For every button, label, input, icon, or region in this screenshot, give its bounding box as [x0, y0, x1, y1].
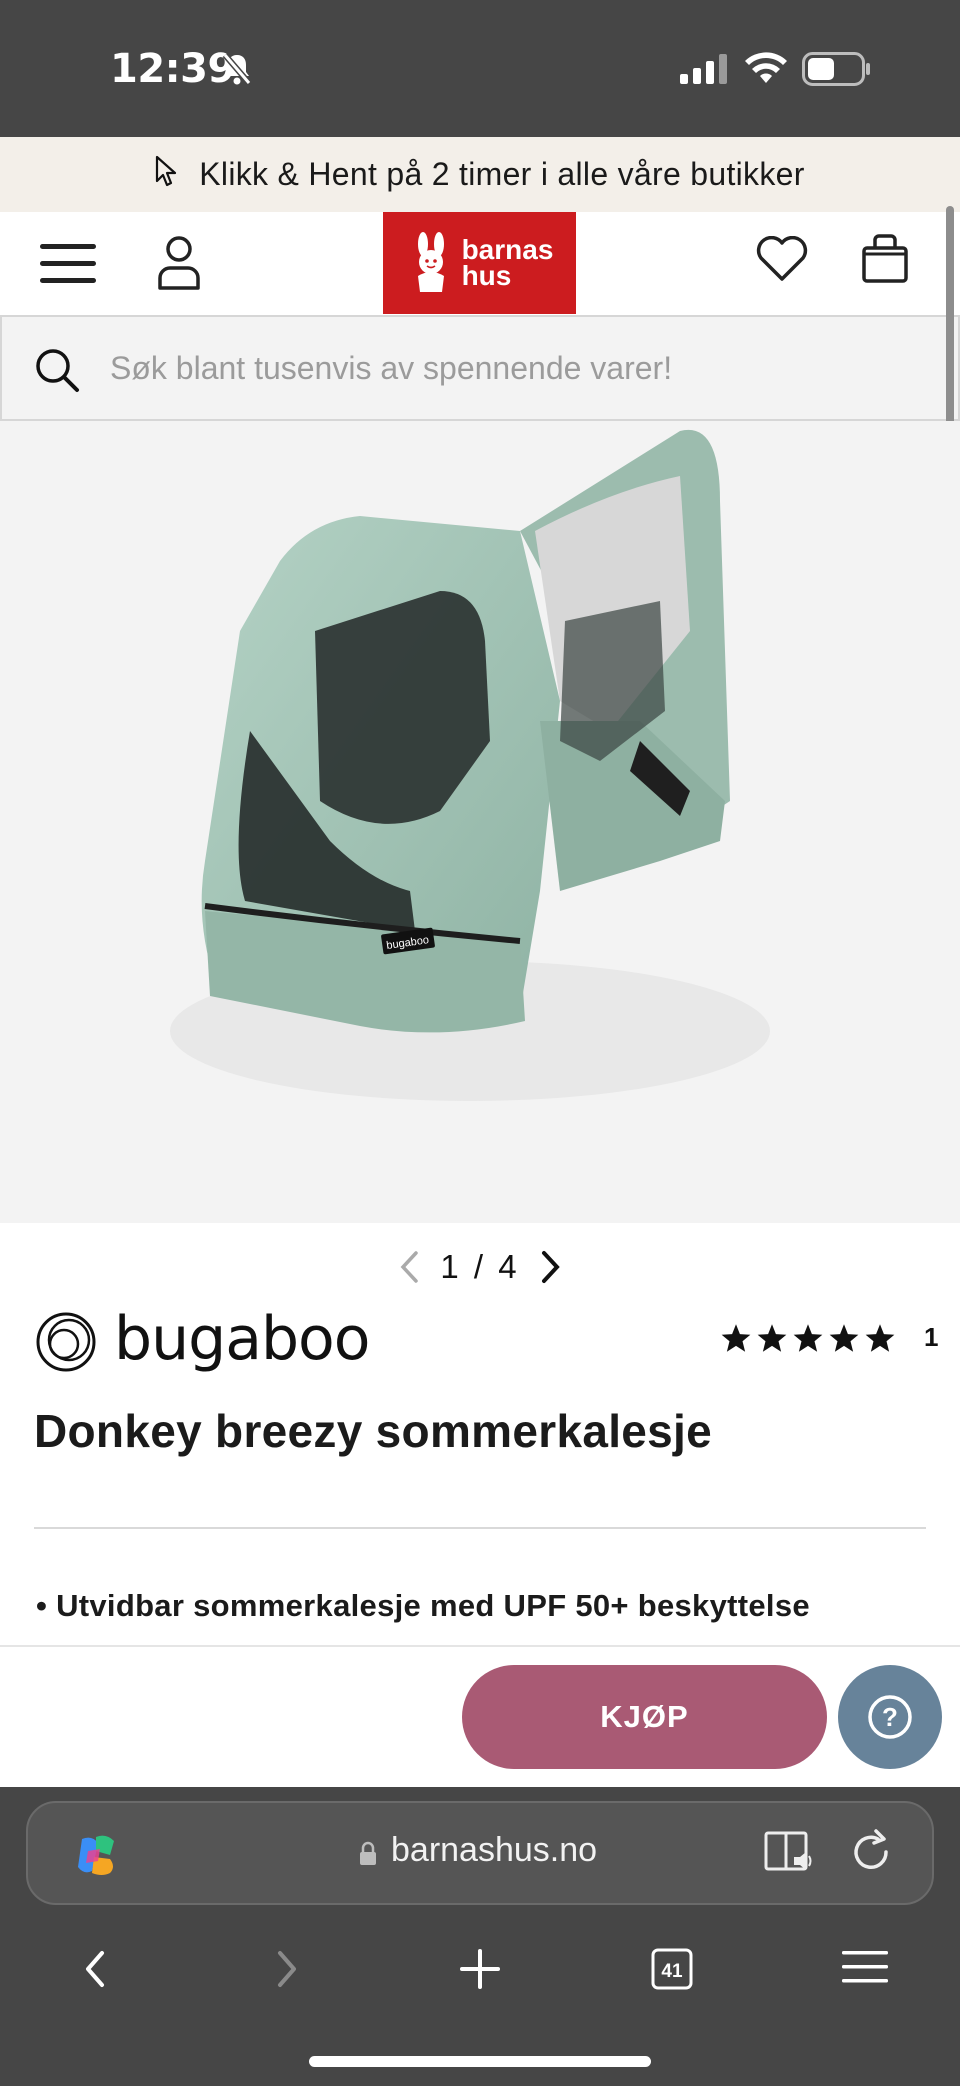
site-header: barnas hus: [0, 212, 960, 315]
back-chevron-icon[interactable]: [80, 1947, 110, 1996]
new-tab-plus-icon[interactable]: [458, 1947, 502, 1996]
help-button[interactable]: ?: [838, 1665, 942, 1769]
promo-banner[interactable]: Klikk & Hent på 2 timer i alle våre buti…: [0, 137, 960, 212]
logo-line-2: hus: [461, 260, 512, 291]
lock-icon: [358, 1841, 378, 1872]
promo-text: Klikk & Hent på 2 timer i alle våre buti…: [199, 156, 805, 192]
wifi-icon: [744, 50, 788, 89]
address-bar[interactable]: barnashus.no: [26, 1801, 934, 1905]
browser-nav-row: 41: [0, 1937, 960, 2017]
search-bar: [0, 315, 960, 421]
battery-icon: [802, 52, 872, 91]
divider: [34, 1527, 926, 1529]
home-indicator[interactable]: [309, 2056, 651, 2067]
help-label: ?: [882, 1702, 898, 1732]
tabs-icon[interactable]: 41: [650, 1947, 694, 1996]
star-icon: [793, 1323, 823, 1352]
sticky-buy-bar: KJØP ?: [0, 1645, 960, 1787]
rating-count: 1: [924, 1322, 939, 1352]
tab-count: 41: [661, 1961, 683, 1982]
product-title: Donkey breezy sommerkalesje: [34, 1405, 713, 1457]
barnas-hus-logo[interactable]: barnas hus: [383, 212, 576, 314]
account-icon[interactable]: [156, 234, 202, 295]
brand-name: bugaboo: [114, 1304, 370, 1374]
pager-total: 4: [498, 1248, 520, 1285]
reload-icon[interactable]: [846, 1827, 896, 1882]
search-icon[interactable]: [34, 347, 80, 398]
forward-chevron-icon[interactable]: [272, 1947, 302, 1996]
previous-image-chevron-icon[interactable]: [398, 1250, 420, 1284]
reader-mode-icon[interactable]: [764, 1829, 814, 1882]
status-time: 12:39: [110, 46, 235, 92]
next-image-chevron-icon[interactable]: [540, 1250, 562, 1284]
cursor-icon: [155, 155, 177, 195]
rating-stars: [720, 1323, 896, 1353]
product-bullet: • Utvidbar sommerkalesje med UPF 50+ bes…: [36, 1588, 810, 1623]
status-bar: 12:39: [0, 0, 960, 137]
bugaboo-rings-icon: [36, 1312, 96, 1372]
pager-separator: /: [473, 1248, 487, 1285]
hamburger-menu-icon[interactable]: [40, 242, 96, 289]
shopping-bag-icon[interactable]: [860, 232, 910, 289]
bell-off-icon: [222, 52, 252, 91]
help-question-icon: ?: [868, 1695, 912, 1739]
brand-logo[interactable]: bugaboo: [34, 1304, 370, 1379]
pager-count: 1 / 4: [440, 1248, 519, 1286]
star-icon: [721, 1323, 751, 1352]
image-pager: 1 / 4: [0, 1240, 960, 1294]
search-input[interactable]: [108, 339, 928, 397]
star-icon: [757, 1323, 787, 1352]
product-rating[interactable]: 1: [720, 1322, 938, 1353]
star-icon: [829, 1323, 859, 1352]
buy-button[interactable]: KJØP: [462, 1665, 827, 1769]
bunny-logo-icon: [417, 232, 444, 292]
wishlist-heart-icon[interactable]: [756, 235, 808, 287]
pager-current: 1: [440, 1248, 462, 1285]
copilot-icon[interactable]: [72, 1831, 122, 1886]
product-image[interactable]: bugaboo: [0, 421, 960, 1223]
star-icon: [865, 1323, 895, 1352]
url-text: barnashus.no: [391, 1831, 598, 1869]
browser-menu-icon[interactable]: [842, 1947, 888, 1992]
cellular-signal-icon: [680, 54, 728, 89]
browser-toolbar: barnashus.no 41: [0, 1787, 960, 2086]
